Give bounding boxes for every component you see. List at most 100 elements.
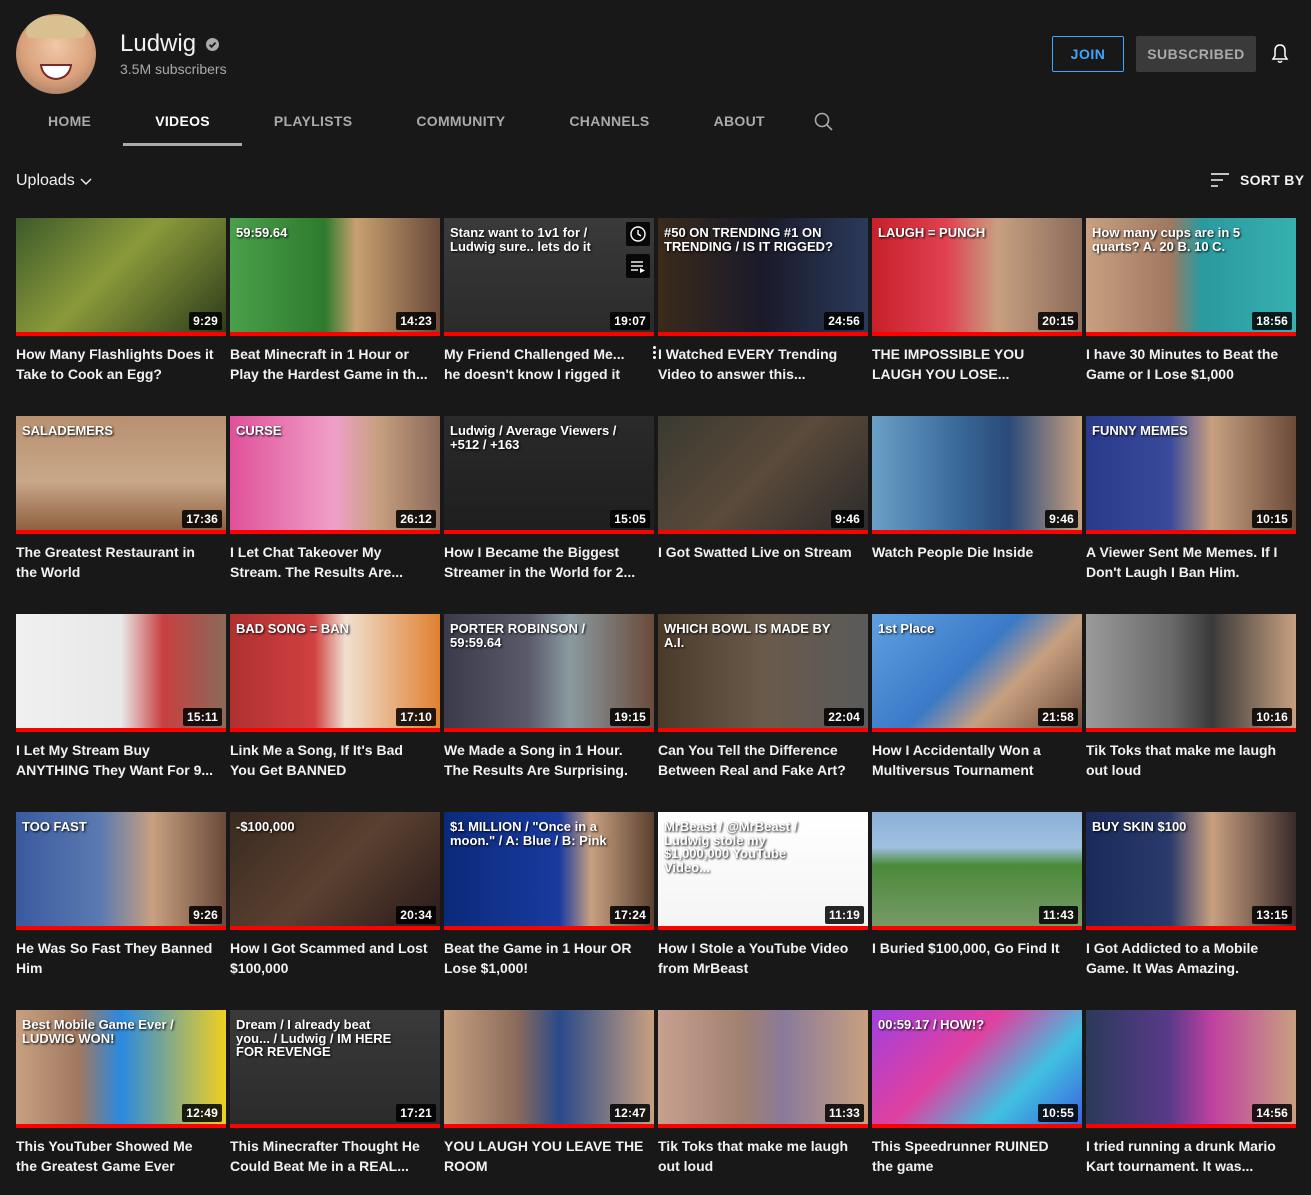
more-actions-icon[interactable] xyxy=(650,344,658,362)
video-card[interactable]: 15:05 Ludwig / Average Viewers / +512 / +… xyxy=(444,416,654,614)
video-card[interactable]: 11:19 MrBeast / @MrBeast / Ludwig stole m… xyxy=(658,812,868,1010)
video-title[interactable]: My Friend Challenged Me... he doesn't kn… xyxy=(444,344,644,384)
video-thumbnail[interactable]: 9:46 xyxy=(872,416,1082,534)
uploads-dropdown[interactable]: Uploads xyxy=(16,172,93,190)
notification-bell-icon[interactable] xyxy=(1268,42,1292,66)
video-thumbnail[interactable]: 22:04 WHICH BOWL IS MADE BY A.I. xyxy=(658,614,868,732)
video-title[interactable]: I Buried $100,000, Go Find It xyxy=(872,938,1072,958)
video-title[interactable]: Tik Toks that make me laugh out loud xyxy=(1086,740,1286,780)
sort-by-button[interactable]: SORT BY xyxy=(1210,172,1304,188)
video-card[interactable]: 11:33 Tik Toks that make me laugh out lou… xyxy=(658,1010,868,1195)
video-thumbnail[interactable]: 17:36 SALADEMERS xyxy=(16,416,226,534)
video-title[interactable]: Beat Minecraft in 1 Hour or Play the Har… xyxy=(230,344,430,384)
channel-search-icon[interactable] xyxy=(812,110,836,134)
video-thumbnail[interactable]: 9:26 TOO FAST xyxy=(16,812,226,930)
video-title[interactable]: Watch People Die Inside xyxy=(872,542,1072,562)
video-card[interactable]: 11:43 I Buried $100,000, Go Find It xyxy=(872,812,1082,1010)
video-card[interactable]: 17:36 SALADEMERS The Greatest Restaurant i… xyxy=(16,416,226,614)
subscribed-button[interactable]: SUBSCRIBED xyxy=(1136,36,1256,72)
video-card[interactable]: 24:56 #50 ON TRENDING #1 ON TRENDING / IS… xyxy=(658,218,868,416)
video-thumbnail[interactable]: 20:34 -$100,000 xyxy=(230,812,440,930)
video-card[interactable]: 18:56 How many cups are in 5 quarts? A. 2… xyxy=(1086,218,1296,416)
video-title[interactable]: How I Got Scammed and Lost $100,000 xyxy=(230,938,430,978)
video-thumbnail[interactable]: 14:56 xyxy=(1086,1010,1296,1128)
video-title[interactable]: I tried running a drunk Mario Kart tourn… xyxy=(1086,1136,1286,1176)
video-card[interactable]: 20:15 LAUGH = PUNCH THE IMPOSSIBLE YOU LAU… xyxy=(872,218,1082,416)
video-thumbnail[interactable]: 18:56 How many cups are in 5 quarts? A. 2… xyxy=(1086,218,1296,336)
video-card[interactable]: 17:21 Dream / I already beat you... / Lud… xyxy=(230,1010,440,1195)
video-title[interactable]: A Viewer Sent Me Memes. If I Don't Laugh… xyxy=(1086,542,1286,582)
video-card[interactable]: 21:58 1st Place How I Accidentally Won a M… xyxy=(872,614,1082,812)
video-thumbnail[interactable]: 11:19 MrBeast / @MrBeast / Ludwig stole m… xyxy=(658,812,868,930)
video-thumbnail[interactable]: 17:24 $1 MILLION / "Once in a moon." / A:… xyxy=(444,812,654,930)
video-title[interactable]: This Speedrunner RUINED the game xyxy=(872,1136,1072,1176)
video-title[interactable]: The Greatest Restaurant in the World xyxy=(16,542,216,582)
video-card[interactable]: 9:29 How Many Flashlights Does it Take to… xyxy=(16,218,226,416)
video-title[interactable]: YOU LAUGH YOU LEAVE THE ROOM xyxy=(444,1136,644,1176)
video-title[interactable]: How Many Flashlights Does it Take to Coo… xyxy=(16,344,216,384)
video-thumbnail[interactable]: 24:56 #50 ON TRENDING #1 ON TRENDING / IS… xyxy=(658,218,868,336)
video-card[interactable]: 17:24 $1 MILLION / "Once in a moon." / A:… xyxy=(444,812,654,1010)
watch-later-icon[interactable] xyxy=(626,222,650,246)
video-thumbnail[interactable]: 11:43 xyxy=(872,812,1082,930)
video-card[interactable]: 10:16 Tik Toks that make me laugh out lou… xyxy=(1086,614,1296,812)
join-button[interactable]: JOIN xyxy=(1052,36,1124,72)
video-thumbnail[interactable]: 19:07 Stanz want to 1v1 for / Ludwig sure… xyxy=(444,218,654,336)
video-title[interactable]: I Let My Stream Buy ANYTHING They Want F… xyxy=(16,740,216,780)
video-title[interactable]: How I Stole a YouTube Video from MrBeast xyxy=(658,938,858,978)
video-thumbnail[interactable]: 12:49 Best Mobile Game Ever / LUDWIG WON! xyxy=(16,1010,226,1128)
video-thumbnail[interactable]: 12:47 xyxy=(444,1010,654,1128)
video-card[interactable]: 13:15 BUY SKIN $100 I Got Addicted to a Mo… xyxy=(1086,812,1296,1010)
video-title[interactable]: I Got Addicted to a Mobile Game. It Was … xyxy=(1086,938,1286,978)
video-thumbnail[interactable]: 10:16 xyxy=(1086,614,1296,732)
video-thumbnail[interactable]: 26:12 CURSE xyxy=(230,416,440,534)
video-card[interactable]: 9:26 TOO FAST He Was So Fast They Banned H… xyxy=(16,812,226,1010)
video-card[interactable]: 9:46 Watch People Die Inside xyxy=(872,416,1082,614)
video-card[interactable]: 26:12 CURSE I Let Chat Takeover My Stream.… xyxy=(230,416,440,614)
video-card[interactable]: 9:46 I Got Swatted Live on Stream xyxy=(658,416,868,614)
add-to-queue-icon[interactable] xyxy=(626,254,650,278)
tab-about[interactable]: ABOUT xyxy=(682,100,797,146)
video-card[interactable]: 10:15 FUNNY MEMES A Viewer Sent Me Memes. … xyxy=(1086,416,1296,614)
video-title[interactable]: I have 30 Minutes to Beat the Game or I … xyxy=(1086,344,1286,384)
video-card[interactable]: 22:04 WHICH BOWL IS MADE BY A.I. Can You T… xyxy=(658,614,868,812)
video-card[interactable]: 10:55 00:59.17 / HOW!? This Speedrunner RU… xyxy=(872,1010,1082,1195)
video-title[interactable]: Link Me a Song, If It's Bad You Get BANN… xyxy=(230,740,430,780)
video-thumbnail[interactable]: 13:15 BUY SKIN $100 xyxy=(1086,812,1296,930)
video-thumbnail[interactable]: 10:55 00:59.17 / HOW!? xyxy=(872,1010,1082,1128)
video-thumbnail[interactable]: 14:23 59:59.64 xyxy=(230,218,440,336)
video-thumbnail[interactable]: 9:46 xyxy=(658,416,868,534)
video-title[interactable]: We Made a Song in 1 Hour. The Results Ar… xyxy=(444,740,644,780)
video-title[interactable]: Beat the Game in 1 Hour OR Lose $1,000! xyxy=(444,938,644,978)
video-card[interactable]: 19:15 PORTER ROBINSON / 59:59.64 We Made a… xyxy=(444,614,654,812)
video-title[interactable]: Tik Toks that make me laugh out loud xyxy=(658,1136,858,1176)
video-title[interactable]: This YouTuber Showed Me the Greatest Gam… xyxy=(16,1136,216,1176)
video-thumbnail[interactable]: 10:15 FUNNY MEMES xyxy=(1086,416,1296,534)
video-thumbnail[interactable]: 17:21 Dream / I already beat you... / Lud… xyxy=(230,1010,440,1128)
video-title[interactable]: Can You Tell the Difference Between Real… xyxy=(658,740,858,780)
video-title[interactable]: He Was So Fast They Banned Him xyxy=(16,938,216,978)
video-thumbnail[interactable]: 15:11 xyxy=(16,614,226,732)
video-thumbnail[interactable]: 17:10 BAD SONG = BAN xyxy=(230,614,440,732)
tab-home[interactable]: HOME xyxy=(16,100,123,146)
tab-playlists[interactable]: PLAYLISTS xyxy=(242,100,384,146)
video-card[interactable]: 19:07 Stanz want to 1v1 for / Ludwig sure… xyxy=(444,218,656,416)
video-card[interactable]: 17:10 BAD SONG = BAN Link Me a Song, If It… xyxy=(230,614,440,812)
video-card[interactable]: 12:47 YOU LAUGH YOU LEAVE THE ROOM xyxy=(444,1010,654,1195)
video-thumbnail[interactable]: 9:29 xyxy=(16,218,226,336)
video-card[interactable]: 12:49 Best Mobile Game Ever / LUDWIG WON!… xyxy=(16,1010,226,1195)
video-card[interactable]: 15:11 I Let My Stream Buy ANYTHING They W… xyxy=(16,614,226,812)
channel-avatar[interactable] xyxy=(16,14,96,94)
video-thumbnail[interactable]: 11:33 xyxy=(658,1010,868,1128)
video-card[interactable]: 20:34 -$100,000 How I Got Scammed and Lost… xyxy=(230,812,440,1010)
tab-community[interactable]: COMMUNITY xyxy=(384,100,537,146)
video-title[interactable]: I Got Swatted Live on Stream xyxy=(658,542,858,562)
channel-name[interactable]: Ludwig xyxy=(120,30,196,58)
video-card[interactable]: 14:23 59:59.64 Beat Minecraft in 1 Hour or… xyxy=(230,218,440,416)
video-thumbnail[interactable]: 20:15 LAUGH = PUNCH xyxy=(872,218,1082,336)
video-title[interactable]: This Minecrafter Thought He Could Beat M… xyxy=(230,1136,430,1176)
video-title[interactable]: I Let Chat Takeover My Stream. The Resul… xyxy=(230,542,430,582)
video-thumbnail[interactable]: 15:05 Ludwig / Average Viewers / +512 / +… xyxy=(444,416,654,534)
video-title[interactable]: THE IMPOSSIBLE YOU LAUGH YOU LOSE... xyxy=(872,344,1072,384)
video-thumbnail[interactable]: 21:58 1st Place xyxy=(872,614,1082,732)
